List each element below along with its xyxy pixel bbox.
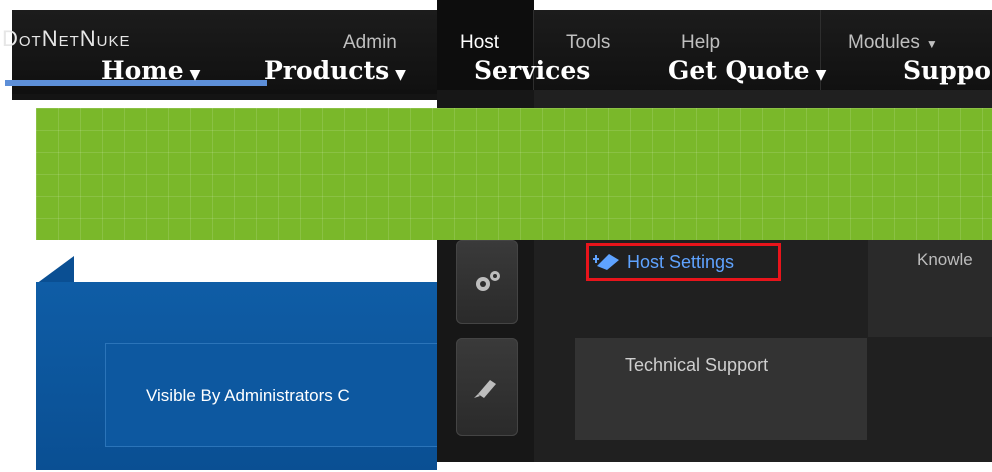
host-settings-label: Host Settings [627, 251, 735, 272]
chevron-down-icon: ▼ [395, 67, 406, 83]
panel-corner [36, 256, 74, 284]
menu-host[interactable]: Host [460, 32, 499, 54]
chevron-down-icon: ▼ [815, 67, 827, 83]
nav-grid-pattern [36, 108, 992, 240]
nav-support[interactable]: Suppo [903, 56, 991, 85]
host-settings-icon [593, 254, 619, 270]
page-header-strip [74, 240, 437, 284]
menu-cell-technical-support[interactable] [575, 338, 867, 440]
menu-admin[interactable]: Admin [343, 32, 397, 54]
nav-home[interactable]: Home ▼ [101, 56, 200, 85]
nav-get-quote-label: Get Quote [668, 56, 810, 85]
chevron-down-icon: ▼ [925, 37, 938, 51]
menu-modules[interactable]: Modules ▼ [848, 32, 938, 54]
nav-products-label: Products [264, 56, 390, 85]
nav-services-label: Services [474, 56, 591, 85]
site-navigation [36, 108, 992, 240]
pin-tile[interactable] [456, 338, 518, 436]
chevron-down-icon: ▼ [189, 67, 201, 83]
dnn-logo[interactable]: DotNetNuke [2, 26, 131, 52]
nav-home-label: Home [101, 56, 184, 85]
nav-support-label: Suppo [903, 56, 991, 85]
nav-products[interactable]: Products ▼ [264, 56, 406, 85]
nav-services[interactable]: Services [474, 56, 590, 85]
menu-tools[interactable]: Tools [566, 32, 610, 54]
gears-icon [476, 271, 500, 291]
pin-icon [474, 380, 496, 398]
host-settings-link[interactable]: Host Settings [586, 243, 781, 281]
menu-knowledge-label[interactable]: Knowle [917, 250, 973, 270]
menu-modules-label: Modules [848, 32, 920, 53]
menu-technical-support-label[interactable]: Technical Support [625, 355, 768, 376]
nav-get-quote[interactable]: Get Quote ▼ [668, 56, 826, 85]
menu-help[interactable]: Help [681, 32, 720, 54]
advanced-settings-tile[interactable] [456, 240, 518, 324]
visibility-notice-text: Visible By Administrators C [146, 386, 350, 405]
